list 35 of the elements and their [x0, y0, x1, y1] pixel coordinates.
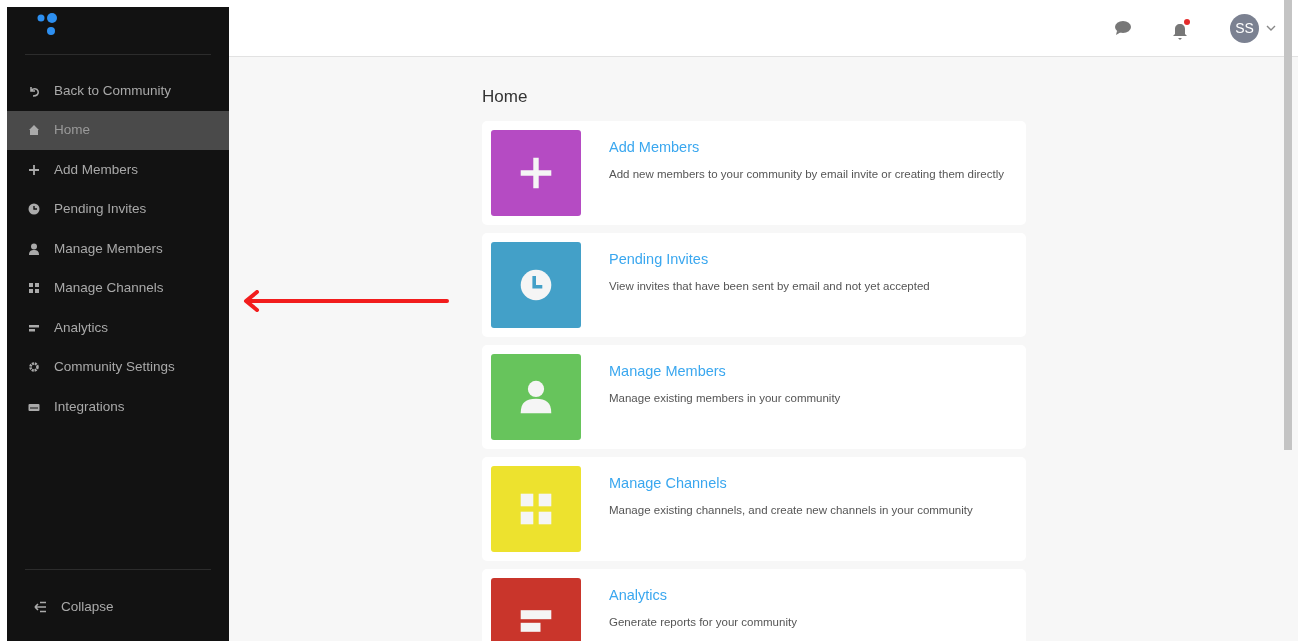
- card-description: Manage existing members in your community: [609, 391, 841, 406]
- user-avatar[interactable]: SS: [1230, 13, 1259, 43]
- plus-icon: [28, 163, 40, 176]
- sidebar-item[interactable]: Integrations: [7, 387, 229, 427]
- caret-icon[interactable]: [1266, 25, 1276, 31]
- sidebar-item[interactable]: Add Members: [7, 150, 229, 190]
- person-icon: [518, 379, 554, 416]
- scrollbar[interactable]: [1284, 0, 1292, 450]
- sidebar-item[interactable]: Pending Invites: [7, 189, 229, 229]
- sidebar-item[interactable]: Manage Channels: [7, 268, 229, 308]
- grid-icon: [28, 282, 40, 295]
- sidebar-item[interactable]: Manage Members: [7, 229, 229, 269]
- icon-tile[interactable]: [491, 130, 581, 217]
- home-icon: [28, 124, 40, 137]
- sidebar-item[interactable]: Back to Community: [7, 71, 229, 111]
- notifications-button[interactable]: [1172, 19, 1190, 37]
- chat-icon[interactable]: [1114, 20, 1132, 36]
- sidebar-item[interactable]: Community Settings: [7, 347, 229, 387]
- card-description: View invites that have been sent by email and not yet accepted: [609, 279, 930, 294]
- sidebar-item[interactable]: Analytics: [7, 308, 229, 348]
- card-description: Manage existing channels, and create new channels in your community: [609, 503, 973, 518]
- icon-tile[interactable]: [491, 354, 581, 441]
- person-icon: [28, 242, 40, 255]
- icon-tile[interactable]: [491, 578, 581, 641]
- back-icon: [28, 84, 40, 97]
- page-title: Home: [482, 87, 529, 108]
- icon-tile[interactable]: [491, 242, 581, 329]
- card-description: Generate reports for your community: [609, 615, 797, 630]
- collapse-button[interactable]: Collapse: [25, 587, 211, 627]
- bell-icon: [1172, 22, 1188, 41]
- collapse-icon: [33, 601, 47, 614]
- card-description: Add new members to your community by email invite or creating them directly: [609, 167, 1004, 182]
- clock-icon: [28, 203, 40, 216]
- gear-icon: [28, 361, 40, 374]
- icon-tile[interactable]: [491, 466, 581, 553]
